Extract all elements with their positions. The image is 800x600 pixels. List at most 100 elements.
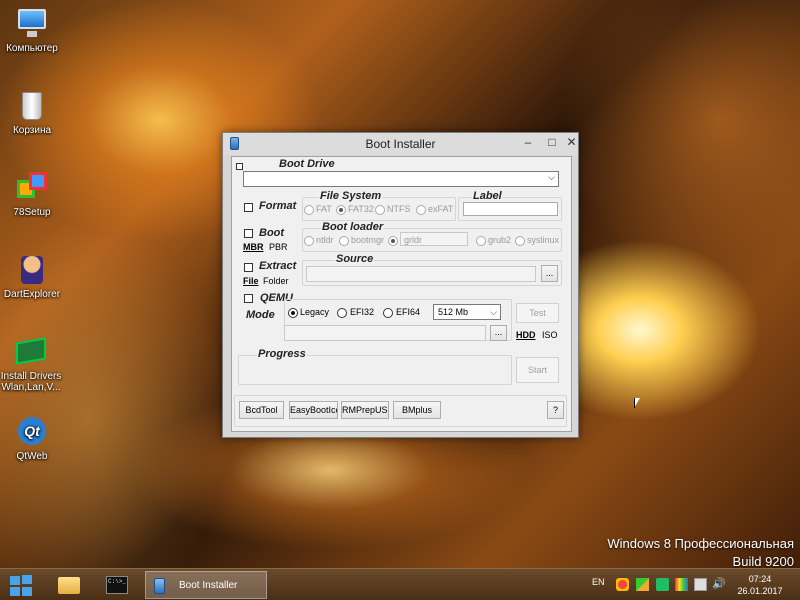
- bmplus-button[interactable]: BMplus: [393, 401, 441, 419]
- fs-radio-fat[interactable]: [304, 205, 314, 215]
- mode-label: Mode: [246, 309, 275, 321]
- mode-label-legacy: Legacy: [300, 307, 330, 317]
- folder-icon: [58, 577, 80, 594]
- boot-drive-select[interactable]: ⌵: [243, 171, 559, 187]
- clock-time: 07:24: [748, 574, 772, 584]
- mode-label-efi32: EFI32: [350, 307, 375, 317]
- fs-radio-fat32[interactable]: [336, 205, 346, 215]
- boot-installer-window: Boot Installer – □ ✕ Boot Drive ⌵ Format…: [222, 132, 579, 438]
- maximize-button[interactable]: □: [540, 133, 564, 153]
- qemu-image-input[interactable]: [284, 325, 486, 341]
- progress-label: Progress: [257, 348, 307, 360]
- fs-label-fat32: FAT32: [348, 204, 374, 214]
- tray-flag-icon[interactable]: [636, 578, 649, 591]
- loader-label-ntldr: ntldr: [316, 235, 334, 245]
- loader-label-grldr: grldr: [404, 235, 423, 245]
- qtweb-icon: Qt: [15, 414, 49, 448]
- qemu-browse-button[interactable]: ...: [490, 325, 507, 341]
- desktop-icon-label: DartExplorer: [3, 289, 61, 300]
- format-checkbox[interactable]: [244, 203, 253, 212]
- mbr-option[interactable]: MBR: [243, 242, 264, 252]
- fs-label-exfat: exFAT: [428, 204, 454, 214]
- close-button[interactable]: ✕: [564, 133, 579, 153]
- source-label: Source: [335, 253, 375, 265]
- boot-drive-label: Boot Drive: [279, 158, 335, 170]
- taskbar-file-explorer[interactable]: [52, 571, 86, 599]
- mode-label-efi64: EFI64: [396, 307, 421, 317]
- mode-radio-efi64[interactable]: [383, 308, 393, 318]
- window-client-area: Boot Drive ⌵ Format File System FAT FAT3…: [231, 156, 572, 432]
- loader-label-bootmgr: bootmgr: [351, 235, 385, 245]
- help-button[interactable]: ?: [547, 401, 564, 419]
- dart-explorer-icon: [15, 252, 49, 286]
- source-path-input[interactable]: [306, 266, 536, 282]
- qemu-test-button[interactable]: Test: [516, 303, 559, 323]
- taskbar-command-prompt[interactable]: C:\>_: [98, 571, 138, 599]
- qemu-hdd-option[interactable]: HDD: [516, 330, 536, 340]
- clock-date: 26.01.2017: [737, 586, 783, 596]
- loader-radio-grldr[interactable]: [388, 236, 398, 246]
- desktop-icon-install-drivers[interactable]: Install Drivers Wlan,Lan,V...: [0, 334, 62, 393]
- setup-icon: [15, 170, 49, 204]
- system-clock[interactable]: 07:24 26.01.2017: [735, 573, 785, 597]
- start-button[interactable]: [8, 575, 34, 597]
- boot-label: Boot: [259, 227, 285, 239]
- tray-network-icon[interactable]: [694, 578, 707, 591]
- loader-radio-syslinux[interactable]: [515, 236, 525, 246]
- fs-label-ntfs: NTFS: [387, 204, 411, 214]
- desktop-icon-label: QtWeb: [16, 451, 48, 462]
- taskbar-app-label: Boot Installer: [179, 580, 238, 591]
- pbr-option[interactable]: PBR: [269, 242, 288, 252]
- memory-select[interactable]: 512 Mb ⌵: [433, 304, 501, 320]
- fs-label-fat: FAT: [316, 204, 332, 214]
- boot-checkbox[interactable]: [244, 229, 253, 238]
- desktop-icon-recycle-bin[interactable]: Корзина: [0, 88, 64, 136]
- computer-icon: [15, 6, 49, 40]
- source-browse-button[interactable]: ...: [541, 265, 558, 282]
- windows-logo-icon: [10, 576, 20, 585]
- start-button[interactable]: Start: [516, 357, 559, 383]
- fs-radio-ntfs[interactable]: [375, 205, 385, 215]
- qemu-checkbox[interactable]: [244, 294, 253, 303]
- qemu-iso-option[interactable]: ISO: [542, 330, 558, 340]
- windows-build-watermark: Build 9200: [732, 554, 794, 569]
- mode-radio-legacy[interactable]: [288, 308, 298, 318]
- tray-display-icon[interactable]: [675, 578, 688, 591]
- desktop-icon-computer[interactable]: Компьютер: [0, 6, 64, 54]
- volume-label-input[interactable]: [463, 202, 558, 216]
- format-label: Format: [259, 200, 297, 212]
- extract-label: Extract: [259, 260, 297, 272]
- desktop-icon-qtweb[interactable]: Qt QtWeb: [0, 414, 64, 462]
- loader-radio-grub2[interactable]: [476, 236, 486, 246]
- memory-value: 512 Mb: [438, 307, 469, 317]
- desktop-icon-label: 78Setup: [13, 207, 51, 218]
- loader-label-grub2: grub2: [488, 235, 512, 245]
- bcdtool-button[interactable]: BcdTool: [239, 401, 284, 419]
- loader-radio-ntldr[interactable]: [304, 236, 314, 246]
- extract-checkbox[interactable]: [244, 263, 253, 272]
- boot-drive-checkbox[interactable]: [236, 163, 243, 170]
- volume-label-label: Label: [472, 190, 503, 202]
- extract-folder-option[interactable]: Folder: [263, 276, 289, 286]
- tray-usb-icon[interactable]: [656, 578, 669, 591]
- rmprepusb-button[interactable]: RMPrepUSB: [341, 401, 389, 419]
- minimize-button[interactable]: –: [516, 133, 540, 153]
- tray-tools-icon[interactable]: [616, 578, 629, 591]
- taskbar-boot-installer[interactable]: Boot Installer: [145, 571, 267, 599]
- terminal-icon: C:\>_: [106, 576, 128, 594]
- loader-label-syslinux: syslinux: [527, 235, 560, 245]
- loader-radio-bootmgr[interactable]: [339, 236, 349, 246]
- desktop-icon-label: Компьютер: [6, 43, 58, 54]
- desktop-icon-dartexplorer[interactable]: DartExplorer: [0, 252, 64, 300]
- title-bar[interactable]: Boot Installer – □ ✕: [223, 133, 578, 155]
- mouse-cursor-icon: [634, 398, 640, 408]
- mode-radio-efi32[interactable]: [337, 308, 347, 318]
- input-language-indicator[interactable]: EN: [592, 577, 605, 587]
- fs-radio-exfat[interactable]: [416, 205, 426, 215]
- recycle-bin-icon: [15, 88, 49, 122]
- extract-file-option[interactable]: File: [243, 276, 259, 286]
- chevron-down-icon: ⌵: [548, 172, 555, 182]
- volume-icon[interactable]: 🔊: [712, 578, 726, 591]
- desktop-icon-78setup[interactable]: 78Setup: [0, 170, 64, 218]
- easybootice-button[interactable]: EasyBootIce: [289, 401, 338, 419]
